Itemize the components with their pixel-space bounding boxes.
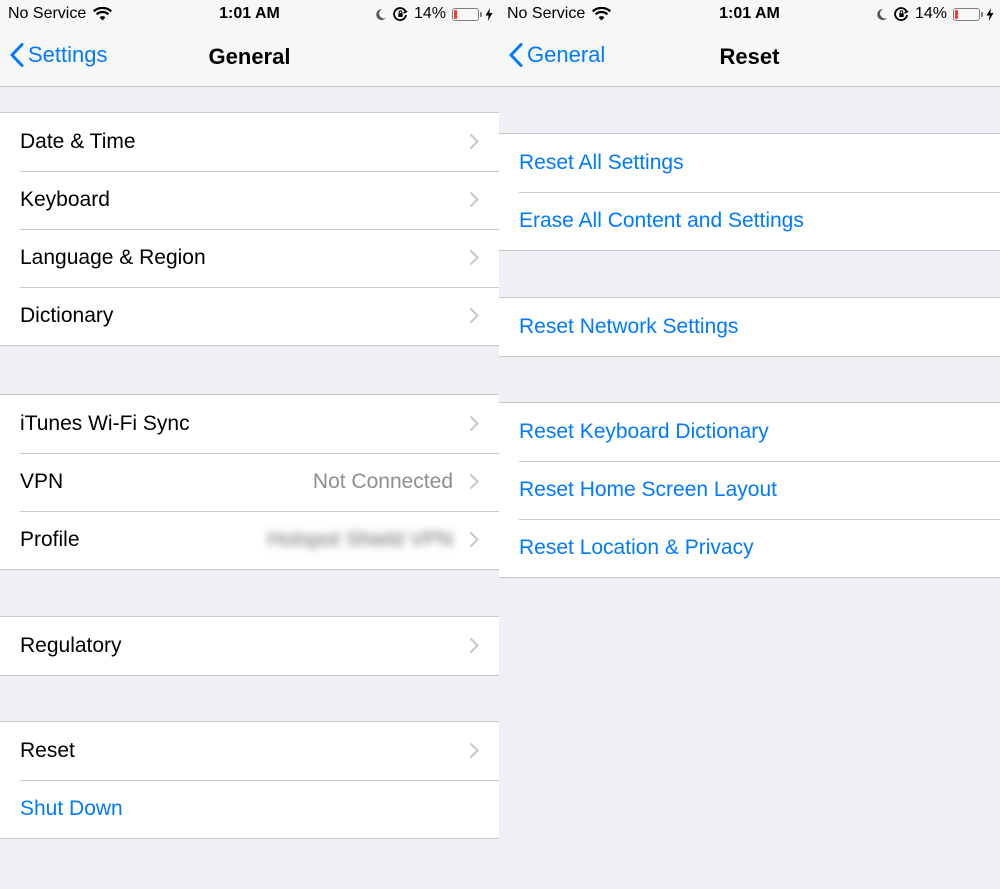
vpn-status-value: Not Connected <box>312 470 453 493</box>
orientation-lock-icon <box>393 6 408 21</box>
shut-down-button[interactable]: Shut Down <box>0 780 499 838</box>
keyboard-row[interactable]: Keyboard <box>0 171 499 229</box>
regulatory-row[interactable]: Regulatory <box>0 617 499 675</box>
profile-value: Hotspot Shield VPN <box>267 528 453 551</box>
chevron-right-icon <box>469 415 479 432</box>
reset-keyboard-dictionary-button[interactable]: Reset Keyboard Dictionary <box>499 403 1000 461</box>
reset-location-privacy-button[interactable]: Reset Location & Privacy <box>499 519 1000 577</box>
charging-bolt-icon <box>485 7 493 21</box>
reset-home-screen-layout-button[interactable]: Reset Home Screen Layout <box>499 461 1000 519</box>
page-title: Reset <box>719 44 780 69</box>
chevron-right-icon <box>469 531 479 548</box>
row-label: Profile <box>20 528 80 551</box>
profile-row[interactable]: Profile Hotspot Shield VPN <box>0 511 499 569</box>
row-label: Reset Home Screen Layout <box>519 478 777 501</box>
row-label: Reset Network Settings <box>519 315 739 338</box>
reset-group: Reset Keyboard Dictionary Reset Home Scr… <box>499 402 1000 578</box>
row-label: Reset Keyboard Dictionary <box>519 420 769 443</box>
moon-icon <box>877 8 887 20</box>
chevron-right-icon <box>469 742 479 759</box>
battery-icon <box>953 7 983 21</box>
reset-group: Reset Network Settings <box>499 297 1000 357</box>
reset-row[interactable]: Reset <box>0 722 499 780</box>
row-label: VPN <box>20 470 64 493</box>
reset-all-settings-button[interactable]: Reset All Settings <box>499 134 1000 192</box>
settings-group: Regulatory <box>0 616 499 676</box>
reset-screen: No Service 1:01 AM 14% General Reset Res… <box>499 0 1000 889</box>
settings-group: Date & Time Keyboard Language & Region D… <box>0 112 499 346</box>
status-bar: No Service 1:01 AM 14% <box>0 0 499 28</box>
erase-all-content-button[interactable]: Erase All Content and Settings <box>499 192 1000 250</box>
battery-fill <box>454 9 457 19</box>
row-label: Reset All Settings <box>519 151 684 174</box>
page-title: General <box>208 44 291 69</box>
row-label: Keyboard <box>20 188 110 211</box>
row-label: iTunes Wi-Fi Sync <box>20 412 190 435</box>
chevron-right-icon <box>469 637 479 654</box>
row-label: Language & Region <box>20 246 206 269</box>
chevron-right-icon <box>469 307 479 324</box>
general-screen: No Service 1:01 AM 14% Settings General … <box>0 0 499 889</box>
row-label: Reset Location & Privacy <box>519 536 754 559</box>
chevron-right-icon <box>469 249 479 266</box>
battery-percent: 14% <box>413 5 446 22</box>
row-label: Shut Down <box>20 797 123 820</box>
row-label: Date & Time <box>20 130 136 153</box>
status-bar-right: 14% <box>876 5 994 23</box>
row-label: Erase All Content and Settings <box>519 209 804 232</box>
navigation-bar: Settings General <box>0 28 499 87</box>
dictionary-row[interactable]: Dictionary <box>0 287 499 345</box>
moon-icon <box>376 8 386 20</box>
date-time-row[interactable]: Date & Time <box>0 113 499 171</box>
itunes-wifi-sync-row[interactable]: iTunes Wi-Fi Sync <box>0 395 499 453</box>
battery-percent: 14% <box>914 5 947 22</box>
settings-group: iTunes Wi-Fi Sync VPN Not Connected Prof… <box>0 394 499 570</box>
status-bar-right: 14% <box>375 5 493 23</box>
status-bar: No Service 1:01 AM 14% <box>499 0 1000 28</box>
reset-group: Reset All Settings Erase All Content and… <box>499 133 1000 251</box>
settings-group: Reset Shut Down <box>0 721 499 839</box>
chevron-right-icon <box>469 473 479 490</box>
language-region-row[interactable]: Language & Region <box>0 229 499 287</box>
row-label: Dictionary <box>20 304 114 327</box>
battery-icon <box>452 7 482 21</box>
chevron-right-icon <box>469 133 479 150</box>
charging-bolt-icon <box>986 7 994 21</box>
row-label: Regulatory <box>20 634 122 657</box>
orientation-lock-icon <box>894 6 909 21</box>
row-label: Reset <box>20 739 75 762</box>
chevron-right-icon <box>469 191 479 208</box>
battery-fill <box>955 9 958 19</box>
vpn-row[interactable]: VPN Not Connected <box>0 453 499 511</box>
navigation-bar: General Reset <box>499 28 1000 87</box>
reset-network-settings-button[interactable]: Reset Network Settings <box>499 298 1000 356</box>
